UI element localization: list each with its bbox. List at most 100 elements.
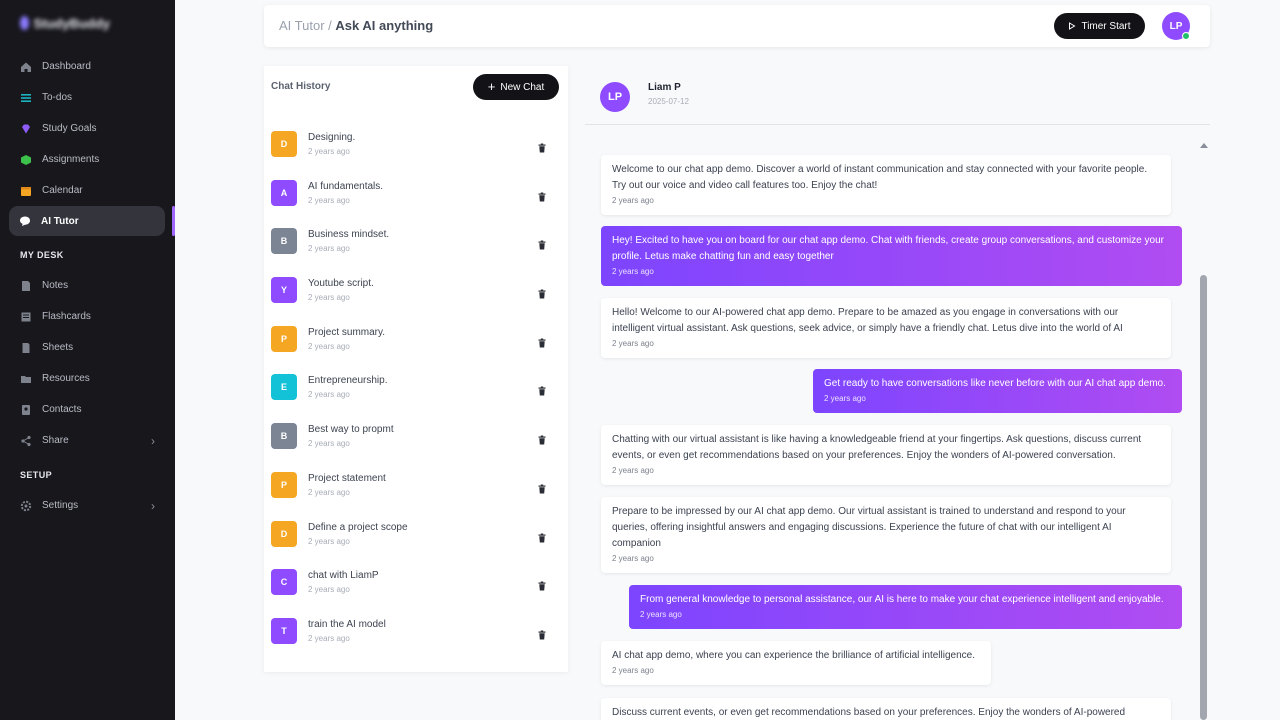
trash-icon[interactable] xyxy=(537,578,547,591)
sidebar-item-label: To-dos xyxy=(42,92,73,103)
sidebar-item-flashcards[interactable]: Flashcards xyxy=(0,301,175,332)
chat-history-item[interactable]: B Business mindset. 2 years ago xyxy=(271,228,561,277)
sidebar-nav: Dashboard To-dos Study Goals Assignments… xyxy=(0,51,175,521)
sidebar-item-todos[interactable]: To-dos xyxy=(0,82,175,113)
chat-history-item[interactable]: B Best way to propmt 2 years ago xyxy=(271,423,561,472)
setup-heading: SETUP xyxy=(20,470,53,480)
breadcrumb-parent[interactable]: AI Tutor xyxy=(279,18,325,33)
sidebar-item-assignments[interactable]: Assignments xyxy=(0,144,175,175)
chat-letter-badge: C xyxy=(271,569,297,596)
sidebar-item-label: Contacts xyxy=(42,404,82,415)
sidebar-item-contacts[interactable]: Contacts xyxy=(0,394,175,425)
trash-icon[interactable] xyxy=(537,383,547,396)
chat-history-item-time: 2 years ago xyxy=(308,633,350,643)
sidebar-item-label: Sheets xyxy=(42,342,74,353)
chat-history-item-time: 2 years ago xyxy=(308,439,350,449)
list-icon xyxy=(20,92,32,104)
message-time: 2 years ago xyxy=(612,554,654,563)
plus-icon: + xyxy=(487,79,496,94)
chat-history-item[interactable]: Cchat with LiamP 2 years ago xyxy=(271,569,561,618)
chat-history-item-time: 2 years ago xyxy=(308,585,350,595)
chat-history-item[interactable]: P Project summary. 2 years ago xyxy=(271,325,561,375)
active-indicator xyxy=(172,206,175,236)
scroll-up-arrow-icon[interactable] xyxy=(1200,143,1208,148)
chat-history-item[interactable]: E Entrepreneurship. 2 years ago xyxy=(271,374,561,423)
incoming-message: AI chat app demo, where you can experien… xyxy=(601,641,991,685)
scrollbar-thumb[interactable] xyxy=(1200,275,1207,720)
chat-user-name: Liam P xyxy=(648,82,681,93)
chat-letter-badge: B xyxy=(271,423,297,450)
incoming-message: Hello! Welcome to our AI-powered chat ap… xyxy=(601,298,1171,358)
sidebar-item-sheets[interactable]: Sheets xyxy=(0,332,175,363)
cube-icon xyxy=(20,154,32,166)
my-desk-heading: MY DESK xyxy=(20,250,64,260)
trash-icon[interactable] xyxy=(537,627,547,640)
trash-icon[interactable] xyxy=(537,237,547,250)
timer-start-button[interactable]: Timer Start xyxy=(1054,13,1145,39)
app-logo[interactable]: StudyBuddy xyxy=(20,12,110,34)
chat-history-item[interactable]: Y Youtube script. 2 years ago xyxy=(271,277,561,326)
chat-letter-badge: D xyxy=(271,131,297,157)
chat-history-item-title: chat with LiamP xyxy=(308,570,379,582)
chat-history-item-title: Entrepreneurship. xyxy=(308,375,388,387)
sidebar-item-settings[interactable]: Settings › xyxy=(0,490,175,521)
chat-history-item-title: Designing. xyxy=(308,132,356,143)
user-avatar[interactable]: LP xyxy=(1162,12,1190,40)
avatar-initials: LP xyxy=(1169,20,1183,32)
message-text: Discuss current events, or even get reco… xyxy=(612,707,1126,718)
message-text: From general knowledge to personal assis… xyxy=(640,594,1164,605)
sidebar-item-label: Assignments xyxy=(42,154,100,165)
trash-icon[interactable] xyxy=(537,530,547,542)
message-text: AI chat app demo, where you can experien… xyxy=(612,650,975,661)
message-text: Hey! Excited to have you on board for ou… xyxy=(612,235,1164,262)
new-chat-button[interactable]: + New Chat xyxy=(473,74,559,100)
message-time: 2 years ago xyxy=(612,196,654,205)
trash-icon[interactable] xyxy=(537,140,547,153)
incoming-message: Welcome to our chat app demo. Discover a… xyxy=(601,155,1171,215)
sidebar-item-resources[interactable]: Resources xyxy=(0,363,175,394)
trash-icon[interactable] xyxy=(537,286,547,299)
sidebar-item-ai-tutor[interactable]: AI Tutor xyxy=(9,206,165,236)
online-status-dot xyxy=(1182,32,1190,40)
chat-history-title: Chat History xyxy=(271,81,331,92)
chat-history-item[interactable]: A AI fundamentals. 2 years ago xyxy=(271,179,561,229)
message-scrollbar[interactable] xyxy=(1199,140,1208,720)
chat-history-item[interactable]: D Designing. 2 years ago xyxy=(271,131,561,180)
share-icon xyxy=(20,435,32,447)
chat-letter-badge: P xyxy=(271,325,297,352)
chat-user-avatar[interactable]: LP xyxy=(600,82,630,112)
folder-icon xyxy=(20,373,32,385)
message-list: Welcome to our chat app demo. Discover a… xyxy=(585,140,1197,720)
message-text: Get ready to have conversations like nev… xyxy=(824,378,1166,389)
trash-icon[interactable] xyxy=(537,335,547,348)
home-icon xyxy=(20,61,32,73)
message-text: Hello! Welcome to our AI-powered chat ap… xyxy=(612,307,1123,334)
chat-history-item[interactable]: Ttrain the AI model 2 years ago xyxy=(271,617,561,667)
trash-icon[interactable] xyxy=(537,481,547,494)
sidebar-item-notes[interactable]: Notes xyxy=(0,270,175,301)
message-time: 2 years ago xyxy=(612,666,654,675)
breadcrumb: AI Tutor / Ask AI anything xyxy=(279,18,433,33)
trash-icon[interactable] xyxy=(537,189,547,202)
message-time: 2 years ago xyxy=(612,466,654,475)
sidebar-item-study-goals[interactable]: Study Goals xyxy=(0,113,175,144)
chevron-right-icon: › xyxy=(151,434,155,448)
sidebar-item-dashboard[interactable]: Dashboard xyxy=(0,51,175,82)
page-title: Ask AI anything xyxy=(335,18,434,33)
chat-history-item-title: Define a project scope xyxy=(308,521,408,533)
cards-icon xyxy=(20,311,32,323)
trash-icon[interactable] xyxy=(537,432,547,445)
diamond-icon xyxy=(20,123,32,135)
chat-history-item-time: 2 years ago xyxy=(308,536,350,546)
top-header: AI Tutor / Ask AI anything Timer Start L… xyxy=(264,5,1210,47)
chat-history-item-time: 2 years ago xyxy=(308,341,350,351)
contacts-icon xyxy=(20,404,32,416)
sidebar-item-label: Calendar xyxy=(42,185,83,196)
chat-history-item[interactable]: P Project statement 2 years ago xyxy=(271,471,561,521)
chat-history-item[interactable]: D Define a project scope 2 years ago xyxy=(271,520,561,570)
chat-history-item-title: Youtube script. xyxy=(308,278,374,290)
outgoing-message: From general knowledge to personal assis… xyxy=(629,585,1182,629)
sidebar-item-calendar[interactable]: Calendar xyxy=(0,175,175,206)
chat-history-item-time: 2 years ago xyxy=(308,390,350,400)
sidebar-item-share[interactable]: Share › xyxy=(0,425,175,456)
